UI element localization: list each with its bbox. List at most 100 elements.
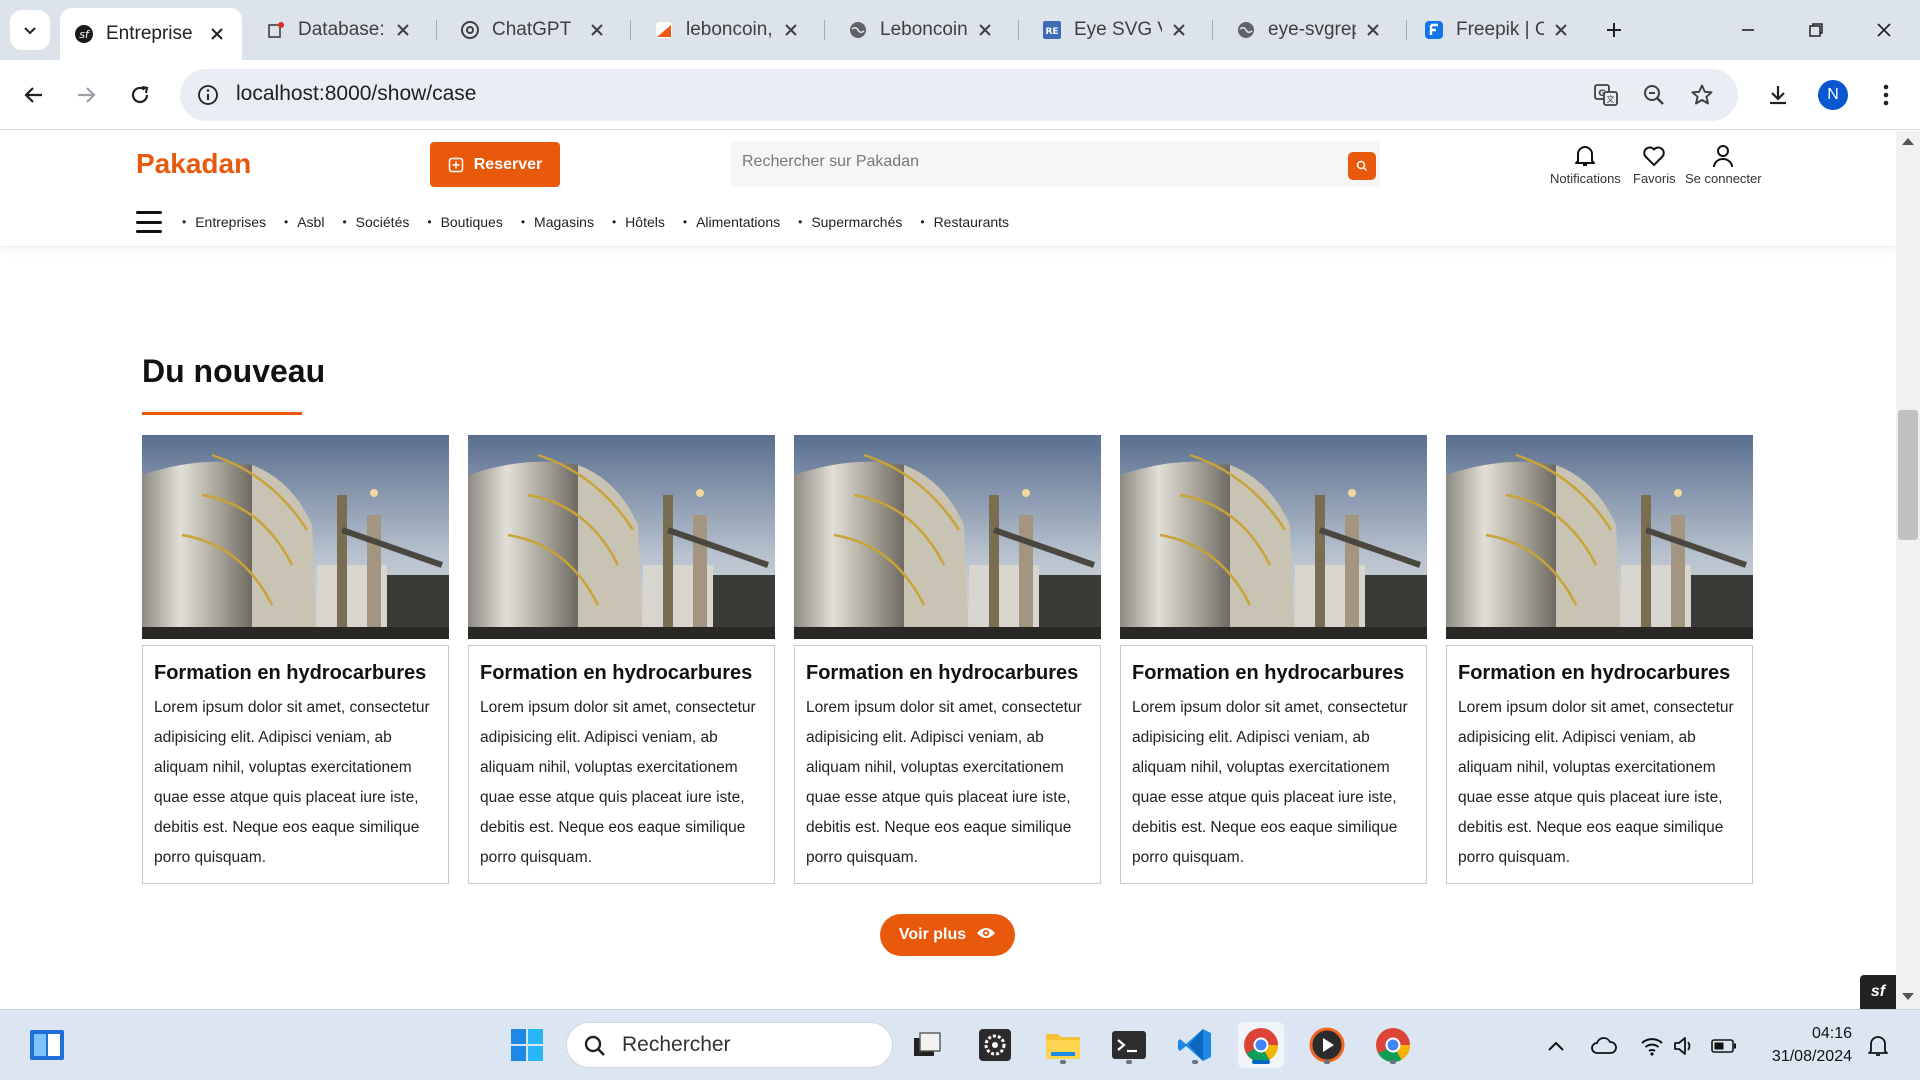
- tab-leboncoin-2[interactable]: Leboncoin: [834, 10, 1010, 50]
- tab-entreprise[interactable]: sf Entreprise: [60, 8, 242, 60]
- reload-button[interactable]: [120, 75, 160, 115]
- chatgpt-icon: [460, 20, 480, 40]
- see-more-button[interactable]: Voir plus: [880, 914, 1015, 956]
- category-link[interactable]: Alimentations: [683, 214, 780, 230]
- terminal-icon[interactable]: [1106, 1022, 1152, 1068]
- close-icon[interactable]: [206, 23, 228, 45]
- notifications-link[interactable]: Notifications: [1550, 143, 1621, 186]
- clock-date: 31/08/2024: [1771, 1048, 1852, 1065]
- reserve-button[interactable]: Reserver: [430, 142, 560, 187]
- see-more-label: Voir plus: [898, 926, 967, 943]
- onedrive-cloud-icon[interactable]: [1590, 1032, 1618, 1060]
- close-icon[interactable]: [1168, 19, 1190, 41]
- system-clock[interactable]: 04:16 31/08/2024: [1742, 1022, 1852, 1068]
- tab-separator: [1406, 20, 1407, 40]
- tab-leboncoin[interactable]: leboncoin,: [640, 10, 816, 50]
- star-icon[interactable]: [1688, 81, 1716, 109]
- category-link[interactable]: Magasins: [521, 214, 594, 230]
- news-card[interactable]: Formation en hydrocarbures Lorem ipsum d…: [468, 435, 775, 884]
- wifi-icon[interactable]: [1638, 1032, 1666, 1060]
- minimize-button[interactable]: [1728, 12, 1768, 48]
- category-link[interactable]: Supermarchés: [798, 214, 902, 230]
- category-link[interactable]: Hôtels: [612, 214, 665, 230]
- url-text[interactable]: localhost:8000/show/case: [236, 82, 477, 106]
- tab-chatgpt[interactable]: ChatGPT: [446, 10, 622, 50]
- site-info-icon[interactable]: [194, 81, 222, 109]
- notification-bell-icon[interactable]: [1864, 1032, 1892, 1060]
- chrome-icon[interactable]: [1238, 1022, 1284, 1068]
- battery-icon[interactable]: [1710, 1032, 1738, 1060]
- vscode-icon[interactable]: [1172, 1022, 1218, 1068]
- translate-icon[interactable]: G文: [1592, 81, 1620, 109]
- close-icon[interactable]: [974, 19, 996, 41]
- category-link[interactable]: Restaurants: [920, 214, 1009, 230]
- card-title[interactable]: Formation en hydrocarbures: [1132, 662, 1415, 685]
- restore-button[interactable]: [1796, 12, 1836, 48]
- card-title[interactable]: Formation en hydrocarbures: [1458, 662, 1741, 685]
- close-icon[interactable]: [392, 19, 414, 41]
- new-tab-button[interactable]: [1598, 14, 1630, 46]
- tab-title: Eye SVG V: [1074, 19, 1162, 40]
- login-link[interactable]: Se connecter: [1685, 143, 1762, 186]
- tab-eye-svg[interactable]: RE Eye SVG V: [1028, 10, 1204, 50]
- scrollbar-thumb[interactable]: [1898, 410, 1918, 540]
- taskbar-search[interactable]: Rechercher: [566, 1022, 893, 1068]
- volume-icon[interactable]: [1670, 1032, 1698, 1060]
- close-icon[interactable]: [586, 19, 608, 41]
- scroll-up-arrow-icon[interactable]: [1902, 138, 1914, 145]
- card-title[interactable]: Formation en hydrocarbures: [480, 662, 763, 685]
- media-player-icon[interactable]: [1304, 1022, 1350, 1068]
- category-link[interactable]: Asbl: [284, 214, 324, 230]
- hamburger-menu-icon[interactable]: [136, 211, 162, 233]
- category-link[interactable]: Sociétés: [342, 214, 410, 230]
- running-indicator: [1192, 1060, 1198, 1064]
- favorites-link[interactable]: Favoris: [1633, 143, 1676, 186]
- tab-eye-svgrepo[interactable]: eye-svgrep: [1222, 10, 1398, 50]
- scroll-down-arrow-icon[interactable]: [1902, 993, 1914, 1000]
- leboncoin-icon: [654, 20, 674, 40]
- file-explorer-icon[interactable]: [1040, 1022, 1086, 1068]
- close-icon[interactable]: [1550, 19, 1572, 41]
- menu-button[interactable]: [1866, 75, 1906, 115]
- tab-database[interactable]: Database:: [252, 10, 428, 50]
- card-body: Formation en hydrocarbures Lorem ipsum d…: [1120, 645, 1427, 884]
- search-button[interactable]: [1348, 152, 1376, 180]
- address-bar[interactable]: localhost:8000/show/case G文: [180, 69, 1738, 121]
- news-card[interactable]: Formation en hydrocarbures Lorem ipsum d…: [1446, 435, 1753, 884]
- chrome-profile-icon[interactable]: [1370, 1022, 1416, 1068]
- plus-square-icon: [448, 157, 463, 172]
- search-input[interactable]: Rechercher sur Pakadan: [742, 153, 919, 171]
- category-link[interactable]: Boutiques: [427, 214, 503, 230]
- page-scrollbar[interactable]: [1896, 131, 1920, 1009]
- favorites-label: Favoris: [1633, 171, 1676, 186]
- chevron-up-icon[interactable]: [1542, 1032, 1570, 1060]
- start-icon[interactable]: [504, 1022, 550, 1068]
- close-icon[interactable]: [780, 19, 802, 41]
- app-gear-icon[interactable]: [972, 1022, 1018, 1068]
- forward-button[interactable]: [66, 75, 106, 115]
- back-button[interactable]: [14, 75, 54, 115]
- symfony-icon: sf: [74, 24, 94, 44]
- task-view-icon[interactable]: [904, 1022, 950, 1068]
- globe-icon: [1236, 20, 1256, 40]
- profile-avatar[interactable]: N: [1818, 80, 1848, 110]
- tab-search-button[interactable]: [10, 10, 50, 50]
- category-link[interactable]: Entreprises: [182, 214, 266, 230]
- card-title[interactable]: Formation en hydrocarbures: [154, 662, 437, 685]
- card-image: [1120, 435, 1427, 639]
- close-window-button[interactable]: [1864, 12, 1904, 48]
- news-card[interactable]: Formation en hydrocarbures Lorem ipsum d…: [794, 435, 1101, 884]
- symfony-toolbar-icon[interactable]: sf: [1860, 975, 1896, 1009]
- site-logo[interactable]: Pakadan: [136, 148, 251, 180]
- close-icon[interactable]: [1362, 19, 1384, 41]
- card-title[interactable]: Formation en hydrocarbures: [806, 662, 1089, 685]
- downloads-button[interactable]: [1758, 75, 1798, 115]
- widgets-icon[interactable]: [24, 1022, 70, 1068]
- news-card[interactable]: Formation en hydrocarbures Lorem ipsum d…: [142, 435, 449, 884]
- minimize-icon: [1742, 29, 1754, 31]
- news-card[interactable]: Formation en hydrocarbures Lorem ipsum d…: [1120, 435, 1427, 884]
- zoom-icon[interactable]: [1640, 81, 1668, 109]
- running-indicator: [1252, 1060, 1270, 1064]
- notifications-label: Notifications: [1550, 171, 1621, 186]
- tab-freepik[interactable]: Freepik | C: [1410, 10, 1586, 50]
